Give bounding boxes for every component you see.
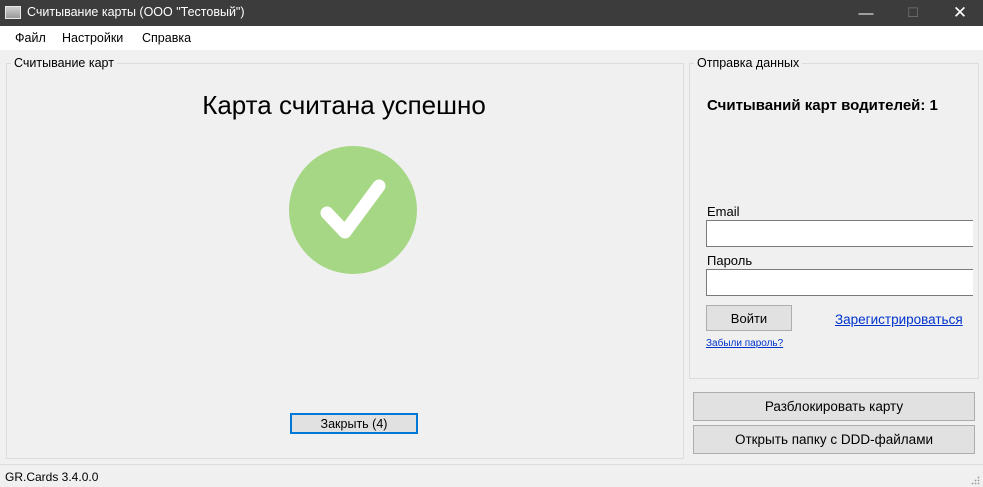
register-link[interactable]: Зарегистрироваться [835,312,963,327]
email-input[interactable] [706,220,973,247]
app-version: GR.Cards 3.4.0.0 [5,470,99,484]
title-bar: Считывание карты (ООО "Тестовый") — ☐ ✕ [0,0,983,26]
driver-card-count: Считываний карт водителей: 1 [707,97,938,114]
app-icon [5,6,21,19]
menu-file[interactable]: Файл [15,31,46,45]
password-label: Пароль [707,253,753,268]
close-countdown-button[interactable]: Закрыть (4) [290,413,418,434]
menu-settings[interactable]: Настройки [62,31,123,45]
resize-grip-icon[interactable] [970,474,980,485]
card-reading-legend: Считывание карт [11,56,117,70]
login-button[interactable]: Войти [706,305,792,331]
open-ddd-folder-button[interactable]: Открыть папку с DDD-файлами [693,425,975,454]
status-bar: GR.Cards 3.4.0.0 [0,464,983,487]
close-window-button[interactable]: ✕ [937,0,983,26]
unlock-card-button[interactable]: Разблокировать карту [693,392,975,421]
data-sending-legend: Отправка данных [694,56,803,70]
minimize-button[interactable]: — [843,0,889,26]
card-reading-group: Считывание карт Карта считана успешно За… [6,56,684,459]
menu-bar: Файл Настройки Справка [0,26,983,50]
forgot-password-link[interactable]: Забыли пароль? [706,338,783,349]
checkmark-icon [289,146,417,274]
email-label: Email [707,204,740,219]
data-sending-group: Отправка данных Считываний карт водителе… [689,56,979,379]
password-input[interactable] [706,269,973,296]
card-read-success-title: Карта считана успешно [202,90,486,120]
menu-help[interactable]: Справка [142,31,191,45]
maximize-button[interactable]: ☐ [890,0,936,26]
window-title: Считывание карты (ООО "Тестовый") [27,5,245,19]
